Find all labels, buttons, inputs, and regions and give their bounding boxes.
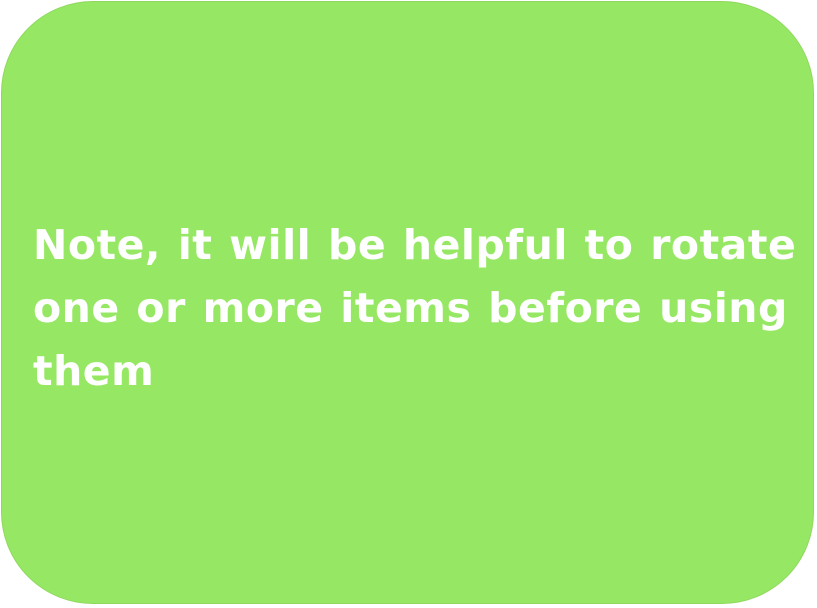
note-text: Note, it will be helpful to rotate one o… xyxy=(33,214,803,403)
note-card: Note, it will be helpful to rotate one o… xyxy=(1,1,814,604)
note-line-2: one or more items before using xyxy=(33,284,788,332)
note-line-3: them xyxy=(33,347,155,395)
note-line-1: Note, it will be helpful to rotate xyxy=(33,221,797,269)
